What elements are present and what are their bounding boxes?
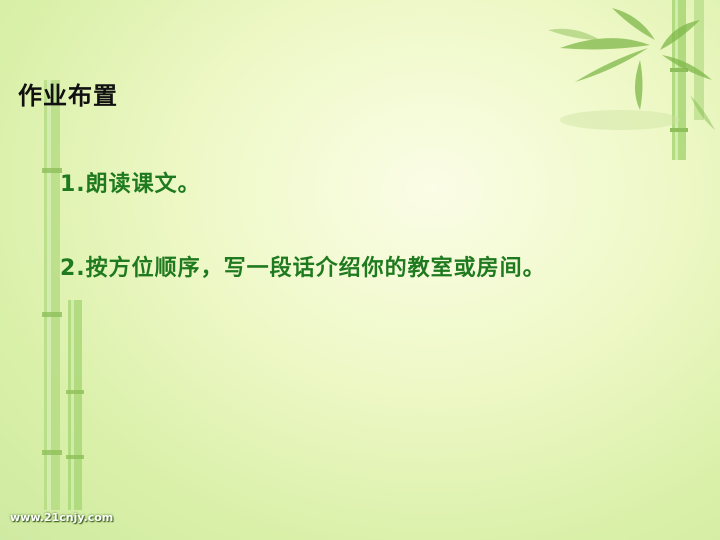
homework-item-2: 2.按方位顺序，写一段话介绍你的教室或房间。 [60, 256, 546, 281]
slide-title: 作业布置 [18, 82, 118, 110]
watermark-logo: www.21cnjy.com [10, 511, 114, 524]
left-bamboo-stalks [42, 80, 84, 510]
slide: 作业布置 1.朗读课文。 2.按方位顺序，写一段话介绍你的教室或房间。 www.… [0, 0, 720, 540]
homework-item-1: 1.朗读课文。 [60, 172, 201, 197]
